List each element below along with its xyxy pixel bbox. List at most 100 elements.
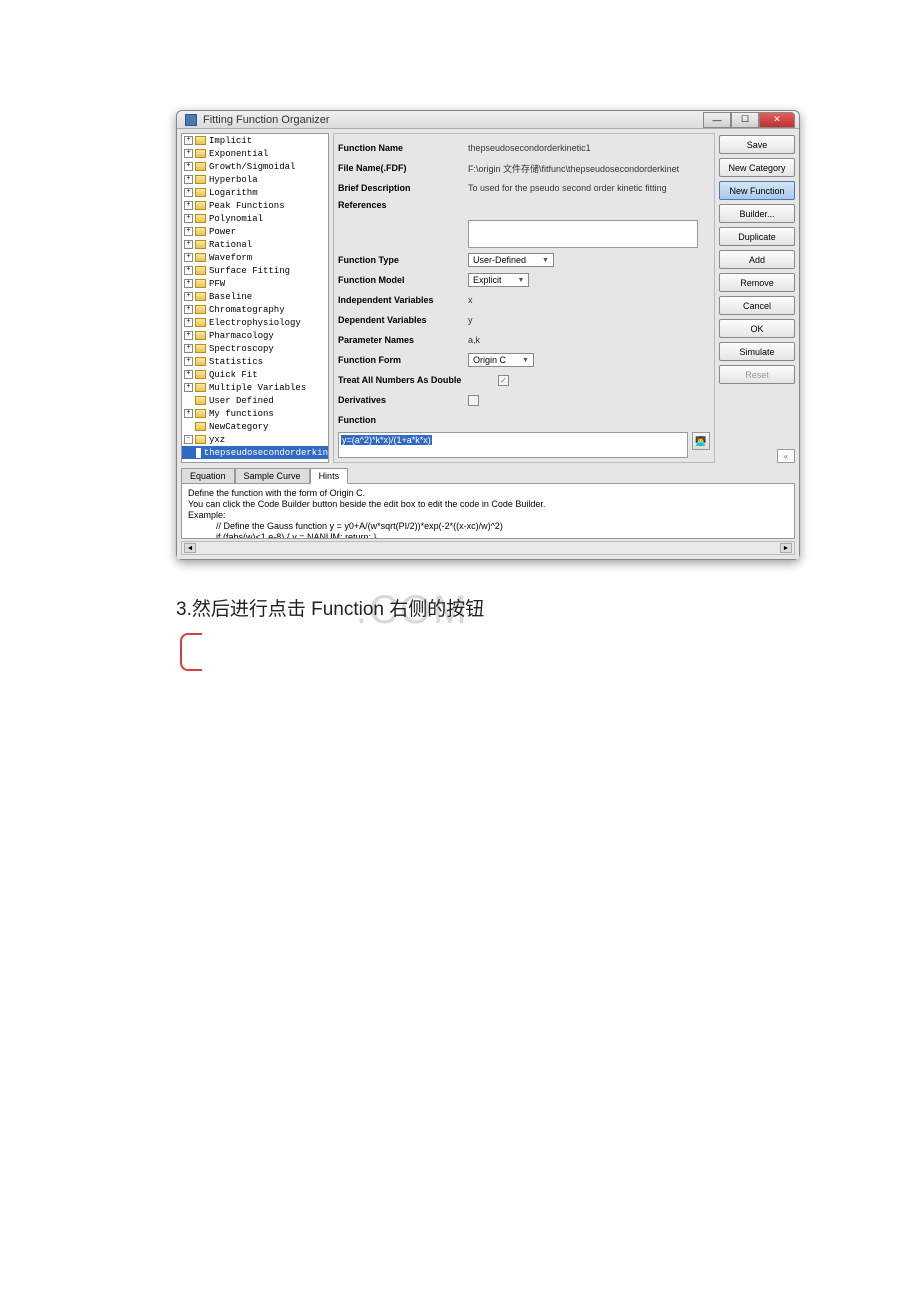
simulate-button[interactable]: Simulate bbox=[719, 342, 795, 361]
function-model-select[interactable]: Explicit bbox=[468, 273, 529, 287]
collapse-panel-button[interactable]: « bbox=[777, 449, 795, 463]
folder-icon bbox=[195, 162, 206, 171]
tree-item[interactable]: +Surface Fitting bbox=[182, 264, 328, 277]
treat-double-checkbox[interactable]: ✓ bbox=[498, 375, 509, 386]
folder-icon bbox=[195, 240, 206, 249]
tab-equation[interactable]: Equation bbox=[181, 468, 235, 484]
category-tree[interactable]: +Implicit +Exponential +Growth/Sigmoidal… bbox=[181, 133, 329, 463]
scroll-left-icon[interactable]: ◄ bbox=[184, 543, 196, 553]
tree-item[interactable]: +Baseline bbox=[182, 290, 328, 303]
maximize-button[interactable]: ☐ bbox=[731, 112, 759, 128]
expand-icon[interactable]: + bbox=[184, 162, 193, 171]
file-name-value: F:\origin 文件存储\fitfunc\thepseudosecondor… bbox=[468, 162, 710, 175]
expand-icon[interactable]: + bbox=[184, 214, 193, 223]
tree-item[interactable]: +Multiple Variables bbox=[182, 381, 328, 394]
tree-item[interactable]: +Rational bbox=[182, 238, 328, 251]
expand-icon[interactable]: + bbox=[184, 370, 193, 379]
window-title: Fitting Function Organizer bbox=[203, 114, 703, 126]
tab-strip: Equation Sample Curve Hints bbox=[181, 468, 795, 484]
ok-button[interactable]: OK bbox=[719, 319, 795, 338]
tree-item[interactable]: +Implicit bbox=[182, 134, 328, 147]
builder-button[interactable]: Builder... bbox=[719, 204, 795, 223]
tree-item[interactable]: +Pharmacology bbox=[182, 329, 328, 342]
function-name-value[interactable]: thepseudosecondorderkinetic1 bbox=[468, 143, 710, 153]
expand-icon[interactable]: + bbox=[184, 331, 193, 340]
function-type-select[interactable]: User-Defined bbox=[468, 253, 554, 267]
param-names-label: Parameter Names bbox=[338, 335, 468, 345]
minimize-button[interactable]: — bbox=[703, 112, 731, 128]
code-builder-button[interactable]: 👨‍💻 bbox=[692, 432, 710, 450]
expand-icon[interactable]: + bbox=[184, 409, 193, 418]
tree-item[interactable]: +Statistics bbox=[182, 355, 328, 368]
function-form-select[interactable]: Origin C bbox=[468, 353, 534, 367]
folder-icon bbox=[195, 318, 206, 327]
horizontal-scrollbar[interactable]: ◄ ► bbox=[181, 541, 795, 555]
folder-icon bbox=[195, 305, 206, 314]
expand-icon[interactable]: + bbox=[184, 227, 193, 236]
folder-icon bbox=[195, 383, 206, 392]
tree-item[interactable]: +Waveform bbox=[182, 251, 328, 264]
scroll-right-icon[interactable]: ► bbox=[780, 543, 792, 553]
expand-icon[interactable]: + bbox=[184, 318, 193, 327]
collapse-icon[interactable]: - bbox=[184, 435, 193, 444]
cancel-button[interactable]: Cancel bbox=[719, 296, 795, 315]
tree-item[interactable]: +Power bbox=[182, 225, 328, 238]
indep-vars-value[interactable]: x bbox=[468, 295, 710, 305]
references-textarea[interactable] bbox=[468, 220, 698, 248]
expand-icon[interactable]: + bbox=[184, 292, 193, 301]
expand-icon[interactable]: + bbox=[184, 201, 193, 210]
hint-line: if (fabs(w)<1.e-8) { y = NANUM; return; … bbox=[188, 532, 788, 539]
add-button[interactable]: Add bbox=[719, 250, 795, 269]
tree-item[interactable]: +Peak Functions bbox=[182, 199, 328, 212]
expand-icon[interactable]: + bbox=[184, 253, 193, 262]
hint-line: You can click the Code Builder button be… bbox=[188, 499, 788, 509]
tree-item[interactable]: +My functions bbox=[182, 407, 328, 420]
tree-item[interactable]: +Logarithm bbox=[182, 186, 328, 199]
tree-item[interactable]: +Growth/Sigmoidal bbox=[182, 160, 328, 173]
tree-item[interactable]: +Hyperbola bbox=[182, 173, 328, 186]
tree-item[interactable]: +Spectroscopy bbox=[182, 342, 328, 355]
expand-icon[interactable]: + bbox=[184, 279, 193, 288]
reset-button[interactable]: Reset bbox=[719, 365, 795, 384]
function-name-label: Function Name bbox=[338, 143, 468, 153]
new-function-button[interactable]: New Function bbox=[719, 181, 795, 200]
expand-icon[interactable]: + bbox=[184, 240, 193, 249]
expand-icon[interactable]: + bbox=[184, 266, 193, 275]
remove-button[interactable]: Remove bbox=[719, 273, 795, 292]
treat-double-label: Treat All Numbers As Double bbox=[338, 375, 498, 385]
tree-item[interactable]: NewCategory bbox=[182, 420, 328, 433]
tree-item[interactable]: User Defined bbox=[182, 394, 328, 407]
tab-sample-curve[interactable]: Sample Curve bbox=[235, 468, 310, 484]
expand-icon[interactable]: + bbox=[184, 175, 193, 184]
expand-icon[interactable]: + bbox=[184, 357, 193, 366]
derivatives-checkbox[interactable] bbox=[468, 395, 479, 406]
close-button[interactable]: ✕ bbox=[759, 112, 795, 128]
duplicate-button[interactable]: Duplicate bbox=[719, 227, 795, 246]
tree-item[interactable]: +Exponential bbox=[182, 147, 328, 160]
tree-item-selected[interactable]: thepseudosecondorderkin bbox=[182, 446, 328, 459]
new-category-button[interactable]: New Category bbox=[719, 158, 795, 177]
expand-icon[interactable]: + bbox=[184, 149, 193, 158]
dep-vars-label: Dependent Variables bbox=[338, 315, 468, 325]
instruction-caption: 3.然后进行点击 Function 右侧的按钮 .COM bbox=[176, 594, 760, 621]
expand-icon[interactable]: + bbox=[184, 383, 193, 392]
expand-icon[interactable]: + bbox=[184, 136, 193, 145]
expand-icon[interactable]: + bbox=[184, 344, 193, 353]
save-button[interactable]: Save bbox=[719, 135, 795, 154]
tree-item[interactable]: +Polynomial bbox=[182, 212, 328, 225]
tree-item[interactable]: +Quick Fit bbox=[182, 368, 328, 381]
expand-icon[interactable]: + bbox=[184, 305, 193, 314]
expand-icon[interactable]: + bbox=[184, 188, 193, 197]
tree-item[interactable]: -yxz bbox=[182, 433, 328, 446]
folder-icon bbox=[195, 188, 206, 197]
dep-vars-value[interactable]: y bbox=[468, 315, 710, 325]
function-body-editor[interactable]: y=(a^2)*k*x)/(1+a*k*x) bbox=[338, 432, 688, 458]
folder-icon bbox=[195, 253, 206, 262]
brief-desc-value[interactable]: To used for the pseudo second order kine… bbox=[468, 183, 710, 193]
tree-item[interactable]: +PFW bbox=[182, 277, 328, 290]
tree-item[interactable]: +Electrophysiology bbox=[182, 316, 328, 329]
tree-item[interactable]: +Chromatography bbox=[182, 303, 328, 316]
param-names-value[interactable]: a,k bbox=[468, 335, 710, 345]
tab-hints[interactable]: Hints bbox=[310, 468, 349, 484]
function-type-label: Function Type bbox=[338, 255, 468, 265]
